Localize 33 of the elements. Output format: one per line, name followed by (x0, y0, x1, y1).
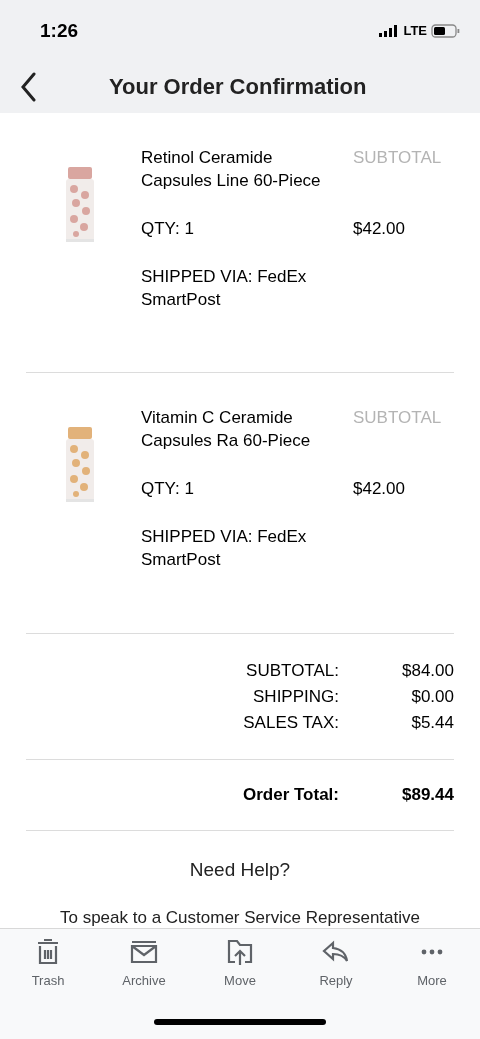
product-name: Retinol Ceramide Capsules Line 60-Piece (141, 147, 322, 192)
network-label: LTE (403, 22, 427, 41)
battery-icon (431, 24, 460, 38)
price: $42.00 (353, 478, 406, 501)
help-heading: Need Help? (188, 857, 292, 882)
toolbar-button[interactable]: Reply (306, 937, 366, 991)
price: $42.00 (353, 218, 406, 240)
total-label: SUBTOTAL: (246, 659, 339, 682)
total-value: $84.00 (401, 659, 454, 682)
subtotal-label: SUBTOTAL (353, 147, 442, 169)
shipping-method: SHIPPED VIA: FedEx SmartPost (141, 266, 308, 311)
total-label: SHIPPING: (253, 685, 339, 708)
toolbar-button[interactable]: Move (210, 937, 270, 991)
total-value: $5.44 (410, 711, 454, 734)
toolbar-button[interactable]: Archive (114, 937, 174, 991)
back-icon (20, 72, 36, 102)
page-title: Your Order Confirmation (109, 73, 367, 101)
help-text: To speak to a Customer Service Representative (59, 908, 421, 928)
quantity: QTY: 1 (141, 218, 195, 240)
toolbar-button[interactable]: Trash (18, 937, 78, 991)
product-name: Vitamin C Ceramide Capsules Ra 60-Piece (141, 407, 312, 453)
signal-icon (379, 25, 400, 37)
more-icon (421, 949, 443, 955)
quantity: QTY: 1 (141, 478, 195, 501)
order-total-value: $89.44 (401, 783, 454, 806)
total-value: $0.00 (410, 685, 454, 708)
folder-arrow-icon (225, 937, 255, 967)
toolbar-button[interactable]: More (402, 937, 462, 991)
total-label: SALES TAX: (243, 711, 339, 734)
shipping-method: SHIPPED VIA: FedEx SmartPost (141, 526, 308, 572)
clock-time: 1:26 (40, 18, 79, 43)
subtotal-label: SUBTOTAL (353, 407, 442, 430)
order-total-label: Order Total: (242, 783, 339, 806)
